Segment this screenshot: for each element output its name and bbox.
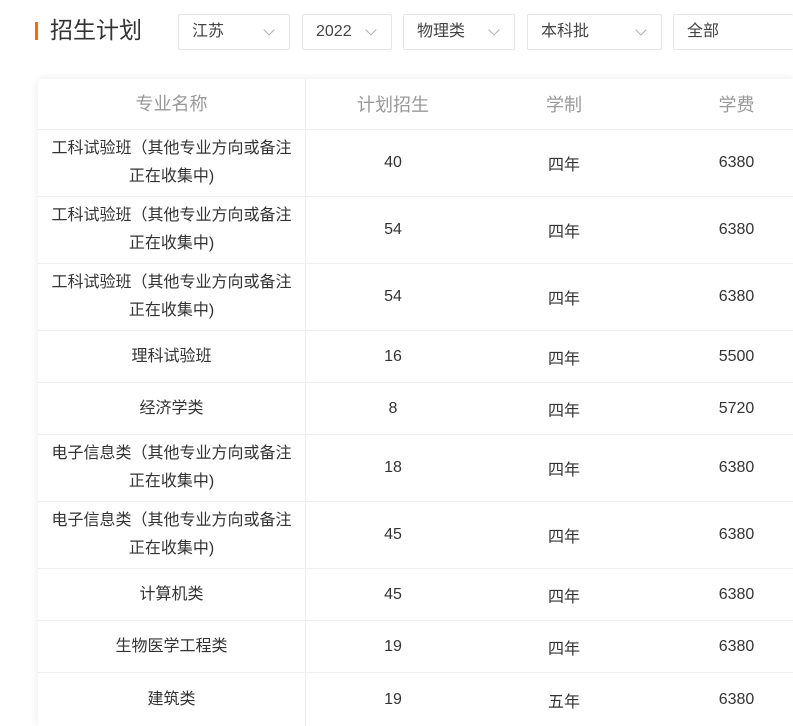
table-row: 经济学类 8 四年 5720 (38, 383, 793, 435)
admission-plan-table: 专业名称 计划招生 学制 学费 工科试验班（其他专业方向或备注 正在收集中) 4… (38, 79, 793, 726)
duration-cell: 四年 (547, 402, 580, 420)
plan-cell: 19 (384, 690, 402, 708)
plan-cell: 18 (384, 459, 402, 476)
duration-cell: 四年 (547, 640, 580, 658)
province-select[interactable]: 江苏 (178, 14, 290, 50)
table-row: 工科试验班（其他专业方向或备注 正在收集中) 40 四年 6380 (38, 130, 793, 197)
table-row: 工科试验班（其他专业方向或备注 正在收集中) 54 四年 6380 (38, 264, 793, 331)
duration-cell: 五年 (547, 693, 580, 711)
table-row: 电子信息类（其他专业方向或备注 正在收集中) 45 四年 6380 (38, 502, 793, 569)
category-select-value: 全部 (687, 23, 720, 40)
plan-cell: 40 (384, 154, 402, 171)
table-row: 建筑类 19 五年 6380 (38, 673, 793, 726)
page-title: 招生计划 (50, 17, 142, 43)
column-header-plan: 计划招生 (357, 95, 429, 115)
fee-cell: 6380 (718, 459, 755, 476)
major-cell: 电子信息类（其他专业方向或备注 正在收集中) (38, 502, 306, 568)
major-cell: 工科试验班（其他专业方向或备注 正在收集中) (38, 130, 306, 196)
title-accent-bar (35, 22, 38, 40)
table-row: 理科试验班 16 四年 5500 (38, 331, 793, 383)
plan-cell: 19 (384, 637, 402, 655)
chevron-down-icon (488, 24, 500, 36)
major-cell: 工科试验班（其他专业方向或备注 正在收集中) (38, 264, 306, 330)
province-select-value: 江苏 (192, 23, 225, 40)
fee-cell: 6380 (718, 637, 755, 655)
plan-cell: 45 (384, 585, 402, 603)
column-header-duration: 学制 (546, 95, 582, 115)
fee-cell: 6380 (718, 526, 755, 543)
year-select[interactable]: 2022 (302, 14, 392, 50)
table-row: 工科试验班（其他专业方向或备注 正在收集中) 54 四年 6380 (38, 197, 793, 264)
chevron-down-icon (635, 24, 647, 36)
chevron-down-icon (365, 24, 377, 36)
major-cell: 建筑类 (38, 673, 306, 726)
plan-cell: 54 (384, 288, 402, 305)
fee-cell: 6380 (718, 221, 755, 238)
duration-cell: 四年 (547, 588, 580, 606)
column-header-fee: 学费 (718, 95, 755, 115)
category-select[interactable]: 全部 (673, 14, 793, 50)
major-cell: 生物医学工程类 (38, 621, 306, 672)
fee-cell: 5720 (718, 399, 755, 417)
admission-plan-page: 招生计划 江苏 2022 物理类 本科批 全部 专业名称 计划招生 学制 学费 … (0, 0, 793, 726)
batch-select[interactable]: 本科批 (527, 14, 662, 50)
batch-select-value: 本科批 (541, 23, 590, 40)
subject-type-select[interactable]: 物理类 (403, 14, 515, 50)
year-select-value: 2022 (316, 23, 352, 40)
subject-type-select-value: 物理类 (417, 23, 466, 40)
table-row: 电子信息类（其他专业方向或备注 正在收集中) 18 四年 6380 (38, 435, 793, 502)
duration-cell: 四年 (547, 462, 580, 479)
fee-cell: 6380 (718, 154, 755, 171)
plan-cell: 45 (384, 526, 402, 543)
table-row: 生物医学工程类 19 四年 6380 (38, 621, 793, 673)
major-cell: 工科试验班（其他专业方向或备注 正在收集中) (38, 197, 306, 263)
duration-cell: 四年 (547, 529, 580, 546)
major-cell: 理科试验班 (38, 331, 306, 382)
major-cell: 电子信息类（其他专业方向或备注 正在收集中) (38, 435, 306, 501)
fee-cell: 6380 (718, 690, 755, 708)
duration-cell: 四年 (547, 157, 580, 174)
chevron-down-icon (263, 24, 275, 36)
fee-cell: 6380 (718, 288, 755, 305)
fee-cell: 6380 (718, 585, 755, 603)
duration-cell: 四年 (547, 291, 580, 308)
table-row: 计算机类 45 四年 6380 (38, 569, 793, 621)
major-cell: 计算机类 (38, 569, 306, 620)
duration-cell: 四年 (547, 350, 580, 368)
major-cell: 经济学类 (38, 383, 306, 434)
plan-cell: 8 (388, 399, 398, 417)
duration-cell: 四年 (547, 224, 580, 241)
table-header-row: 专业名称 计划招生 学制 学费 (38, 79, 793, 130)
fee-cell: 5500 (718, 347, 755, 365)
plan-cell: 54 (384, 221, 402, 238)
column-header-major: 专业名称 (38, 79, 306, 129)
plan-cell: 16 (384, 347, 402, 365)
